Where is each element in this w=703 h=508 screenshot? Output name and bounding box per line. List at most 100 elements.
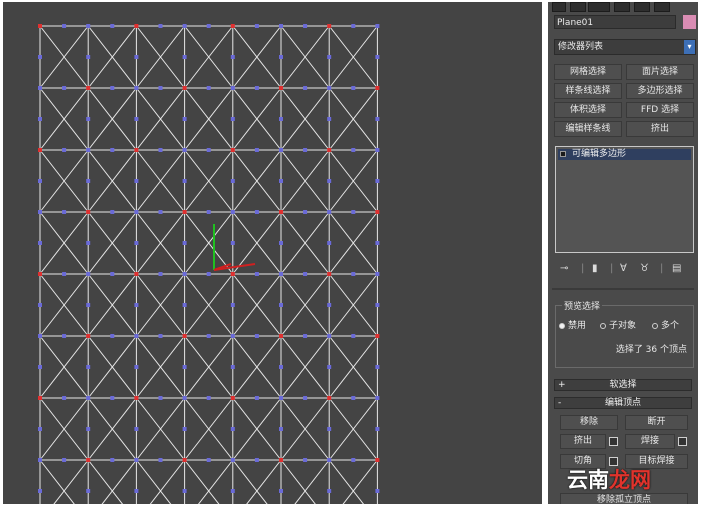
selected-vertex[interactable] <box>375 86 380 90</box>
vertex[interactable] <box>230 334 235 338</box>
vertex[interactable] <box>254 396 259 400</box>
vertex[interactable] <box>327 334 332 338</box>
vertex[interactable] <box>38 55 42 59</box>
vertex[interactable] <box>86 272 91 276</box>
vertex[interactable] <box>38 241 42 245</box>
vertex[interactable] <box>134 427 139 431</box>
radio-disabled[interactable]: 禁用 <box>559 318 586 331</box>
vertex[interactable] <box>230 179 235 183</box>
selected-vertex[interactable] <box>134 148 139 152</box>
vertex[interactable] <box>230 117 235 121</box>
vertex[interactable] <box>230 86 235 90</box>
vertex[interactable] <box>327 117 332 121</box>
transform-gizmo-icon[interactable] <box>213 224 256 271</box>
vertex[interactable] <box>38 86 42 90</box>
vertex[interactable] <box>230 365 235 369</box>
selected-vertex[interactable] <box>230 272 235 276</box>
vertex[interactable] <box>62 24 67 28</box>
panel-tab-icon[interactable] <box>654 2 670 12</box>
mesh-select-button[interactable]: 网格选择 <box>554 64 622 80</box>
patch-select-button[interactable]: 面片选择 <box>626 64 694 80</box>
vertex[interactable] <box>182 241 187 245</box>
vertex[interactable] <box>38 303 42 307</box>
vertex[interactable] <box>206 396 211 400</box>
chevron-down-icon[interactable]: ▾ <box>684 40 695 54</box>
vertex[interactable] <box>375 365 380 369</box>
selected-vertex[interactable] <box>230 148 235 152</box>
vertex[interactable] <box>158 458 163 462</box>
vertex[interactable] <box>303 272 308 276</box>
vertex[interactable] <box>303 334 308 338</box>
vertex[interactable] <box>86 179 91 183</box>
remove-isolated-vertices-button[interactable]: 移除孤立顶点 <box>560 493 688 504</box>
vertex[interactable] <box>158 272 163 276</box>
selected-vertex[interactable] <box>86 210 91 214</box>
vertex[interactable] <box>303 24 308 28</box>
vertex[interactable] <box>375 272 380 276</box>
vertex[interactable] <box>182 396 187 400</box>
vertex[interactable] <box>86 55 91 59</box>
vertex[interactable] <box>327 55 332 59</box>
vertex[interactable] <box>230 303 235 307</box>
vertex[interactable] <box>158 334 163 338</box>
vertex[interactable] <box>303 458 308 462</box>
vertex[interactable] <box>279 24 283 28</box>
edit-spline-button[interactable]: 编辑样条线 <box>554 121 622 137</box>
extrude-button[interactable]: 挤出 <box>626 121 694 137</box>
selected-vertex[interactable] <box>38 396 42 400</box>
vertex[interactable] <box>110 148 115 152</box>
vertex[interactable] <box>327 179 332 183</box>
extrude-vertex-button[interactable]: 挤出 <box>560 434 606 449</box>
panel-tab-icon[interactable] <box>588 2 610 12</box>
vertex[interactable] <box>38 427 42 431</box>
vertex[interactable] <box>351 458 356 462</box>
selected-vertex[interactable] <box>38 148 42 152</box>
vertex[interactable] <box>375 303 380 307</box>
vertex[interactable] <box>38 179 42 183</box>
vertex[interactable] <box>134 489 139 493</box>
vertex[interactable] <box>182 427 187 431</box>
vertex[interactable] <box>327 241 332 245</box>
vertex[interactable] <box>110 210 115 214</box>
vertex[interactable] <box>134 365 139 369</box>
selected-vertex[interactable] <box>182 210 187 214</box>
vertex[interactable] <box>279 117 283 121</box>
selected-vertex[interactable] <box>134 396 139 400</box>
poly-select-button[interactable]: 多边形选择 <box>626 83 694 99</box>
vertex[interactable] <box>375 148 380 152</box>
panel-tab-icon[interactable] <box>634 2 650 12</box>
vertex[interactable] <box>303 86 308 90</box>
vertex[interactable] <box>230 55 235 59</box>
selected-vertex[interactable] <box>38 24 42 28</box>
object-name-field[interactable]: Plane01 <box>554 15 676 29</box>
selected-vertex[interactable] <box>327 396 332 400</box>
vertex[interactable] <box>182 489 187 493</box>
show-end-result-icon[interactable]: ▮ <box>592 262 598 276</box>
remove-modifier-icon[interactable]: ♉ <box>640 262 649 276</box>
vertex[interactable] <box>279 489 283 493</box>
vertex[interactable] <box>254 272 259 276</box>
vertex[interactable] <box>206 458 211 462</box>
vertex[interactable] <box>279 427 283 431</box>
vertex[interactable] <box>134 458 139 462</box>
vertex[interactable] <box>206 334 211 338</box>
selected-vertex[interactable] <box>86 458 91 462</box>
vertex[interactable] <box>279 241 283 245</box>
perspective-viewport[interactable] <box>3 2 542 504</box>
vertex[interactable] <box>86 427 91 431</box>
vertex[interactable] <box>182 148 187 152</box>
vertex[interactable] <box>230 489 235 493</box>
selected-vertex[interactable] <box>182 458 187 462</box>
panel-tab-icon[interactable] <box>614 2 630 12</box>
vertex[interactable] <box>110 272 115 276</box>
vertex[interactable] <box>158 24 163 28</box>
vertex[interactable] <box>182 272 187 276</box>
vertex[interactable] <box>182 117 187 121</box>
vertex[interactable] <box>134 86 139 90</box>
extrude-settings-icon[interactable] <box>609 437 618 446</box>
vertex[interactable] <box>279 148 283 152</box>
vertex[interactable] <box>62 210 67 214</box>
vertex[interactable] <box>303 148 308 152</box>
selected-vertex[interactable] <box>182 86 187 90</box>
selected-vertex[interactable] <box>375 458 380 462</box>
